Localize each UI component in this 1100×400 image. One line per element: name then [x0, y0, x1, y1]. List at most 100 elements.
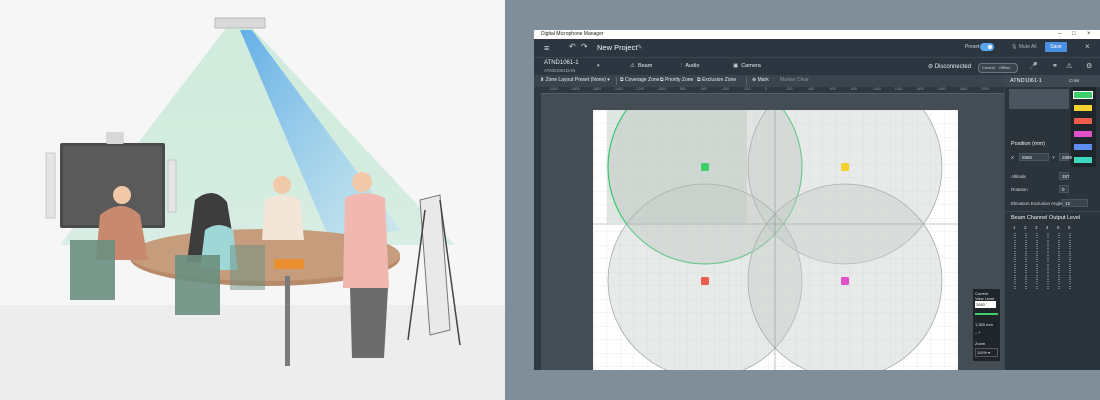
- view-level-slider[interactable]: [975, 313, 998, 315]
- altitude-label: Altitude: [1011, 174, 1027, 179]
- mark-button[interactable]: ⊕ Mark: [752, 77, 769, 83]
- ruler-tick: 1600: [937, 87, 946, 91]
- mm-value: 1,350 mm: [975, 322, 993, 327]
- title-bar: Digital Microphone Manager – □ ×: [534, 30, 1100, 39]
- y-label: Y: [1052, 155, 1056, 160]
- horizontal-ruler: -2000 -1800 -1600 -1400 -1200 -1000 -800 -600 -4…: [541, 87, 1004, 94]
- color-swatch[interactable]: [1074, 105, 1092, 111]
- position-title: Position (mm): [1011, 141, 1045, 147]
- priority-zone-button[interactable]: ⧉ Priority Zone: [660, 77, 693, 83]
- view-level-value[interactable]: 2650: [975, 301, 996, 308]
- toolbar-separator: [616, 77, 617, 85]
- y-field[interactable]: 2889: [1059, 153, 1072, 161]
- edit-pencil-icon[interactable]: ✎: [637, 43, 642, 51]
- speaker-left: [45, 152, 56, 219]
- ruler-tick: -2000: [549, 87, 558, 91]
- meter-title: Beam Channel Output Level: [1011, 215, 1081, 221]
- save-button[interactable]: Save: [1045, 42, 1067, 52]
- settings-gear-icon[interactable]: ⚙: [1086, 62, 1092, 70]
- maximize-icon[interactable]: □: [1072, 30, 1076, 39]
- sidebar-header: ATND1061-1 Color: [1005, 75, 1100, 87]
- meter-channel-bar: [1047, 233, 1049, 290]
- altitude-field[interactable]: 287: [1059, 172, 1070, 180]
- tab-camera[interactable]: ▣ Camera: [733, 63, 761, 69]
- view-level-title: Current View Level: [975, 291, 995, 301]
- control-offline-toggle[interactable]: Control Offline: [978, 63, 1018, 73]
- ruler-tick: 200: [786, 87, 793, 91]
- warning-icon[interactable]: ⚠: [1066, 62, 1072, 70]
- color-label: Color: [1069, 78, 1080, 83]
- mute-all-button[interactable]: 🎙 Mute All: [1011, 44, 1037, 50]
- hamburger-menu-icon[interactable]: ≡: [544, 43, 549, 53]
- coverage-zone-button[interactable]: ⧉ Coverage Zone: [620, 77, 659, 83]
- tab-audio[interactable]: ⫶ Audio: [681, 63, 699, 70]
- mode-bar: ATND1061-1 ATND1061DAN ▾ ⚠ Beam ⫶ Audio ▣ C…: [534, 57, 1100, 76]
- app-window: Digital Microphone Manager – □ × ≡ ↶ ↷ N…: [534, 30, 1100, 370]
- minimize-icon[interactable]: –: [1058, 30, 1061, 39]
- ceiling-microphone: [214, 17, 266, 29]
- meter-channel-label: 1: [1013, 225, 1016, 230]
- ruler-tick: 800: [851, 87, 858, 91]
- color-swatch[interactable]: [1074, 144, 1092, 150]
- ruler-tick: 1200: [894, 87, 903, 91]
- zoom-select[interactable]: 110% ▾: [975, 348, 998, 357]
- rotation-label: Rotation: [1011, 187, 1028, 192]
- ruler-tick: 2000: [981, 87, 989, 91]
- ruler-tick: -400: [721, 87, 729, 91]
- marker-clear-button[interactable]: Marker Clear: [780, 77, 809, 83]
- meter-channel-label: 3: [1035, 225, 1038, 230]
- link-icon[interactable]: ⚭: [1052, 62, 1058, 70]
- beam-icon: ⚠: [630, 63, 635, 69]
- ruler-tick: -1400: [613, 87, 623, 91]
- ruler-tick: -1000: [657, 87, 666, 91]
- beam-3-marker: [701, 277, 709, 285]
- ruler-tick: -600: [700, 87, 708, 91]
- camera-icon: ▣: [733, 63, 739, 69]
- color-swatch[interactable]: [1073, 91, 1093, 99]
- audio-icon: ⫶: [681, 63, 683, 69]
- toolbar-separator: [746, 77, 747, 85]
- elevation-field[interactable]: 12: [1062, 199, 1088, 207]
- exclusion-zone-button[interactable]: ⧉ Exclusion Zone: [697, 77, 736, 83]
- room-area[interactable]: [593, 110, 958, 370]
- color-swatch[interactable]: [1074, 157, 1092, 163]
- device-dropdown-icon[interactable]: ▾: [597, 63, 600, 69]
- properties-sidebar: ATND1061-1 Color Position (mm) X 5560 Y …: [1004, 75, 1100, 370]
- elevation-label: Elevation Exclusion Angle: [1011, 201, 1063, 206]
- color-swatch-picker[interactable]: [1071, 87, 1096, 167]
- x-field[interactable]: 5560: [1019, 153, 1049, 161]
- color-swatch[interactable]: [1074, 131, 1092, 137]
- meter-channel-bar: [1014, 233, 1016, 290]
- meter-channel-bar: [1025, 233, 1027, 290]
- mute-all-label: Mute All: [1018, 44, 1037, 50]
- device-selector[interactable]: ATND1061-1 ATND1061DAN: [544, 60, 579, 74]
- meeting-room-illustration: [0, 0, 505, 400]
- ruler-tick: -1800: [570, 87, 580, 91]
- color-swatch[interactable]: [1074, 118, 1092, 124]
- redo-icon[interactable]: ↷: [581, 42, 588, 51]
- x-label: X: [1011, 155, 1015, 160]
- meter-channel-bar: [1069, 233, 1071, 290]
- zoom-label: Zoom: [975, 341, 986, 346]
- project-name: New Project: [597, 43, 638, 52]
- zone-preset-dropdown[interactable]: ⬍ Zone Layout Preset (None) ▾: [540, 77, 610, 83]
- microphone-icon[interactable]: 🎤: [1029, 62, 1038, 70]
- close-icon[interactable]: ×: [1085, 42, 1090, 51]
- tab-beam[interactable]: ⚠ Beam: [630, 63, 652, 69]
- undo-icon[interactable]: ↶: [569, 42, 576, 51]
- meeting-scene: [0, 17, 505, 400]
- ruler-tick: -800: [678, 87, 686, 91]
- close-window-icon[interactable]: ×: [1087, 30, 1091, 39]
- zoom-buttons[interactable]: – +: [975, 330, 981, 335]
- meter-channel-bar: [1036, 233, 1038, 290]
- beam-4-marker: [841, 277, 849, 285]
- ruler-tick: 400: [808, 87, 815, 91]
- preset-toggle[interactable]: [980, 43, 994, 51]
- speaker-right: [167, 159, 177, 213]
- meter-channel-label: 4: [1046, 225, 1049, 230]
- preset-label: Preset: [965, 44, 980, 50]
- view-level-panel: Current View Level 2650 1,350 mm – + Zoo…: [973, 289, 1000, 361]
- beam-layout-svg: [593, 110, 958, 370]
- rotation-field[interactable]: 0: [1059, 185, 1069, 193]
- beam-2-marker: [841, 163, 849, 171]
